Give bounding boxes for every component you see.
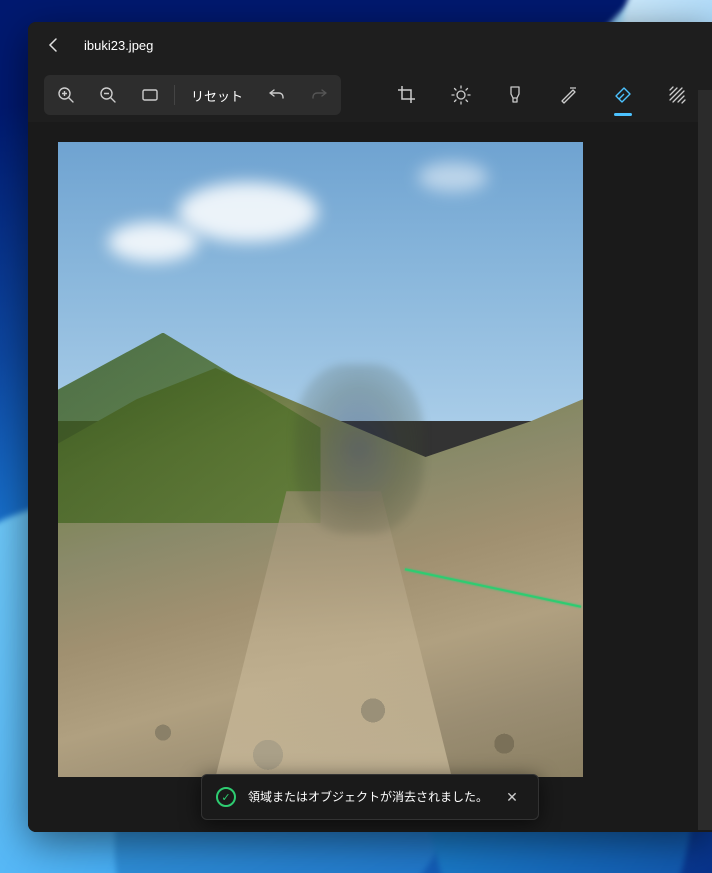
- object-erase-tool[interactable]: [604, 74, 642, 116]
- eraser-icon: [613, 85, 633, 105]
- toolbar: リセット: [28, 68, 712, 122]
- toast-message: 領域またはオブジェクトが消去されました。: [248, 789, 488, 806]
- brightness-icon: [451, 85, 471, 105]
- zoom-out-icon: [99, 86, 117, 104]
- zoom-in-button[interactable]: [46, 77, 86, 113]
- pen-erase-icon: [559, 85, 579, 105]
- photo-editor-window: ibuki23.jpeg: [28, 22, 712, 832]
- zoom-out-button[interactable]: [88, 77, 128, 113]
- pen-erase-tool[interactable]: [550, 74, 588, 116]
- redo-icon: [310, 86, 328, 104]
- highlighter-icon: [505, 85, 525, 105]
- filter-tool[interactable]: [658, 74, 696, 116]
- side-panel-edge: [698, 90, 712, 830]
- success-check-icon: ✓: [216, 787, 236, 807]
- markup-tool[interactable]: [496, 74, 534, 116]
- fit-screen-icon: [141, 86, 159, 104]
- crop-tool[interactable]: [388, 74, 426, 116]
- toolbar-divider: [174, 85, 175, 105]
- undo-icon: [268, 86, 286, 104]
- pattern-icon: [667, 85, 687, 105]
- reset-button[interactable]: リセット: [179, 78, 255, 113]
- toast-notification: ✓ 領域またはオブジェクトが消去されました。 ✕: [201, 774, 539, 820]
- canvas-area: ✓ 領域またはオブジェクトが消去されました。 ✕: [28, 122, 712, 832]
- edited-image[interactable]: [58, 142, 583, 777]
- titlebar: ibuki23.jpeg: [28, 22, 712, 68]
- filename-label: ibuki23.jpeg: [84, 38, 153, 53]
- redo-button[interactable]: [299, 77, 339, 113]
- back-arrow-icon: [46, 37, 62, 53]
- zoom-in-icon: [57, 86, 75, 104]
- edit-mode-tools: [388, 74, 696, 116]
- back-button[interactable]: [36, 27, 72, 63]
- toast-close-button[interactable]: ✕: [500, 785, 524, 809]
- fit-screen-button[interactable]: [130, 77, 170, 113]
- crop-icon: [397, 85, 417, 105]
- adjust-tool[interactable]: [442, 74, 480, 116]
- view-tool-group: リセット: [44, 75, 341, 115]
- undo-button[interactable]: [257, 77, 297, 113]
